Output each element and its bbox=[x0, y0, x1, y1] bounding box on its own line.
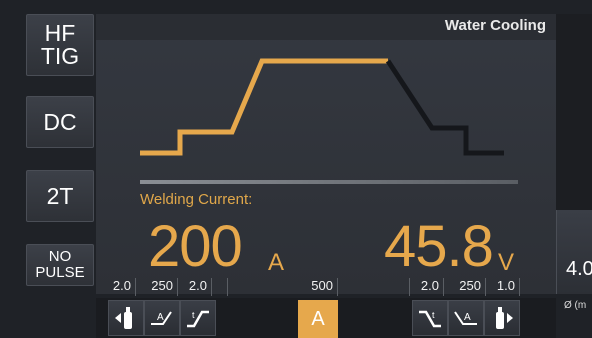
process-mode-button[interactable]: HF TIG bbox=[26, 14, 94, 76]
end-current-button[interactable]: A bbox=[448, 300, 484, 336]
trigger-mode-label: 2T bbox=[46, 182, 74, 209]
svg-text:t: t bbox=[192, 310, 195, 320]
start-current: 250 bbox=[136, 278, 178, 296]
param-spacer-2 bbox=[386, 278, 410, 296]
pulse-mode-button[interactable]: NO PULSE bbox=[26, 244, 94, 286]
parameter-row: 2.0 250 2.0 500 2.0 250 1.0 bbox=[96, 278, 556, 296]
electrode-diameter-value: 4.0 bbox=[566, 258, 592, 280]
pre-flow-button[interactable] bbox=[108, 300, 144, 336]
downslope-icon: t bbox=[419, 310, 441, 328]
waveform-active-segment bbox=[140, 58, 388, 156]
gas-bottle-right-icon bbox=[496, 307, 513, 329]
end-current-icon: A bbox=[454, 311, 477, 325]
svg-text:A: A bbox=[464, 312, 471, 323]
electrode-diameter-card[interactable] bbox=[556, 210, 592, 294]
post-flow-time: 1.0 bbox=[486, 278, 520, 296]
post-flow-button[interactable] bbox=[484, 300, 520, 336]
end-current: 250 bbox=[444, 278, 486, 296]
pulse-line2: PULSE bbox=[35, 264, 85, 281]
cooling-mode-label: Water Cooling bbox=[444, 17, 546, 34]
peak-current-button[interactable]: A bbox=[298, 300, 338, 338]
start-current-button[interactable]: A bbox=[144, 300, 180, 336]
svg-text:t: t bbox=[432, 310, 435, 320]
trigger-mode-button[interactable]: 2T bbox=[26, 170, 94, 222]
upslope-icon: t bbox=[187, 310, 209, 328]
downslope-time: 2.0 bbox=[412, 278, 444, 296]
welding-waveform bbox=[140, 58, 504, 156]
polarity-button[interactable]: DC bbox=[26, 96, 94, 148]
svg-text:A: A bbox=[157, 312, 164, 323]
voltage-unit: V bbox=[498, 249, 515, 276]
process-mode-line1: HF bbox=[44, 20, 76, 46]
downslope-button[interactable]: t bbox=[412, 300, 448, 336]
upslope-time: 2.0 bbox=[178, 278, 212, 296]
welder-screen: Water Cooling HF TIG DC 2T NO PULSE 4.0 … bbox=[0, 0, 592, 338]
electrode-diameter-unit: Ø (m bbox=[564, 300, 587, 311]
peak-current: 500 bbox=[292, 278, 338, 296]
waveform-inactive-segment bbox=[385, 59, 504, 156]
gas-bottle-left-icon bbox=[115, 307, 132, 329]
voltage-value: 45.8 bbox=[384, 214, 494, 279]
welding-current-label: Welding Current: bbox=[140, 191, 253, 208]
upslope-button[interactable]: t bbox=[180, 300, 216, 336]
current-unit: A bbox=[268, 249, 285, 276]
current-value: 200 bbox=[148, 214, 243, 279]
param-spacer-1 bbox=[212, 278, 228, 296]
process-mode-line2: TIG bbox=[40, 43, 80, 69]
section-divider bbox=[140, 180, 518, 184]
header-bar: Water Cooling bbox=[96, 14, 556, 40]
polarity-label: DC bbox=[43, 108, 77, 135]
pre-flow-time: 2.0 bbox=[104, 278, 136, 296]
pulse-line1: NO bbox=[48, 247, 72, 265]
start-current-icon: A bbox=[151, 311, 172, 325]
